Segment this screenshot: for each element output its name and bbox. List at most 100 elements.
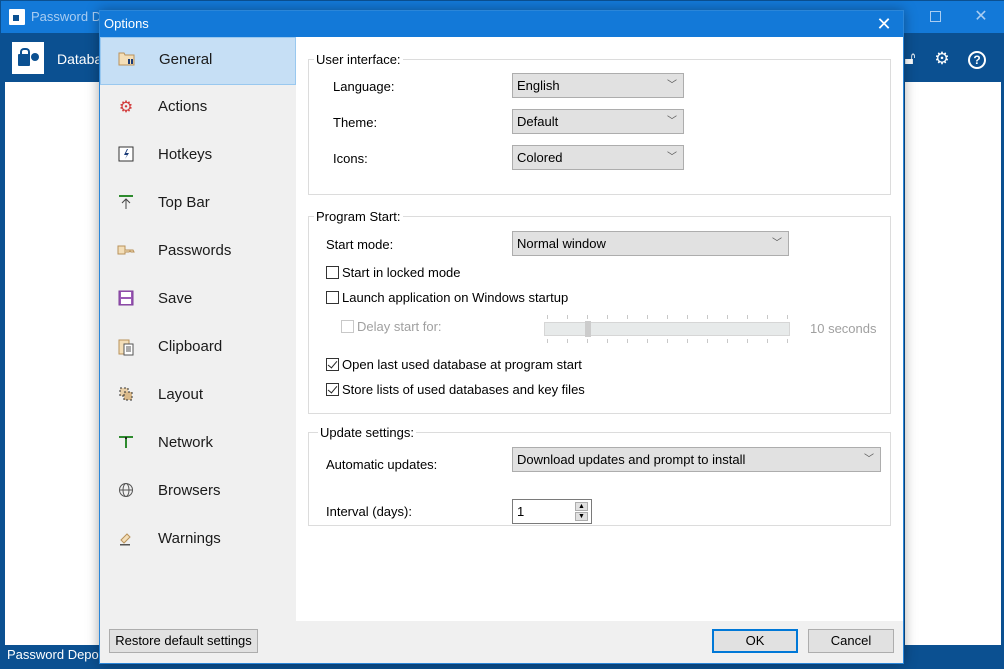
slider-tick <box>707 315 708 319</box>
slider-tick <box>647 315 648 319</box>
app-content-area-left <box>5 82 101 645</box>
cancel-button[interactable]: Cancel <box>808 629 894 653</box>
network-icon <box>116 434 136 454</box>
slider-tick <box>787 339 788 343</box>
nav-item-browsers[interactable]: Browsers <box>100 469 296 517</box>
auto-updates-select[interactable]: Download updates and prompt to install ﹀ <box>512 447 881 472</box>
options-dialog: Options ✕ General ⚙ Actions Hotkeys Top … <box>99 10 904 664</box>
nav-item-layout[interactable]: Layout <box>100 373 296 421</box>
slider-ticks-bottom <box>544 339 790 343</box>
start-mode-select[interactable]: Normal window ﹀ <box>512 231 789 256</box>
maximize-button[interactable] <box>912 1 958 33</box>
slider-tick <box>667 315 668 319</box>
slider-tick <box>687 315 688 319</box>
delay-value-text: 10 seconds <box>810 321 877 336</box>
nav-item-warnings[interactable]: Warnings <box>100 517 296 565</box>
spin-down-button[interactable]: ▼ <box>575 512 588 521</box>
nav-label: Passwords <box>158 242 232 259</box>
open-last-checkbox[interactable]: Open last used database at program start <box>326 357 582 372</box>
nav-label: Network <box>158 434 214 451</box>
clipboard-icon <box>116 338 136 358</box>
app-close-button[interactable]: ✕ <box>958 1 1004 33</box>
dialog-close-button[interactable]: ✕ <box>869 11 899 37</box>
start-locked-label: Start in locked mode <box>342 265 461 280</box>
chevron-down-icon: ﹀ <box>864 454 874 465</box>
gear-icon[interactable]: ⚙ <box>931 48 953 70</box>
slider-tick <box>727 315 728 319</box>
app-logo-icon <box>12 42 44 74</box>
app-logo-small-icon <box>9 9 25 25</box>
nav-item-hotkeys[interactable]: Hotkeys <box>100 133 296 181</box>
slider-ticks-top <box>544 315 790 319</box>
slider-tick <box>647 339 648 343</box>
language-value: English <box>517 78 560 93</box>
slider-tick <box>747 315 748 319</box>
icons-label: Icons: <box>333 151 368 166</box>
ok-button[interactable]: OK <box>712 629 798 653</box>
store-lists-label: Store lists of used databases and key fi… <box>342 382 585 397</box>
nav-label: Layout <box>158 386 204 403</box>
delay-start-checkbox[interactable]: Delay start for: <box>341 319 442 334</box>
close-icon: ✕ <box>876 14 892 34</box>
store-lists-checkbox[interactable]: Store lists of used databases and key fi… <box>326 382 585 397</box>
slider-tick <box>727 339 728 343</box>
app-content-area-right <box>905 82 1001 645</box>
nav-item-clipboard[interactable]: Clipboard <box>100 325 296 373</box>
slider-tick <box>627 315 628 319</box>
slider-tick <box>567 315 568 319</box>
layout-icon <box>116 386 136 406</box>
delay-slider[interactable] <box>544 321 790 337</box>
dialog-title: Options <box>104 16 149 31</box>
slider-tick <box>687 339 688 343</box>
slider-tick <box>547 315 548 319</box>
dialog-titlebar: Options ✕ <box>100 11 903 37</box>
icons-select[interactable]: Colored ﹀ <box>512 145 684 170</box>
restore-defaults-button[interactable]: Restore default settings <box>109 629 258 653</box>
nav-item-general[interactable]: General <box>100 37 296 85</box>
auto-updates-value: Download updates and prompt to install <box>517 452 746 467</box>
hotkey-icon <box>116 146 136 166</box>
nav-label: Top Bar <box>158 194 210 211</box>
slider-thumb[interactable] <box>585 321 591 337</box>
theme-select[interactable]: Default ﹀ <box>512 109 684 134</box>
slider-tick <box>587 339 588 343</box>
checkbox-box <box>326 358 339 371</box>
slider-tick <box>607 339 608 343</box>
interval-spinner[interactable]: 1 ▲ ▼ <box>512 499 592 524</box>
slider-tick <box>607 315 608 319</box>
top-bar-icon <box>116 194 136 214</box>
nav-item-save[interactable]: Save <box>100 277 296 325</box>
options-nav: General ⚙ Actions Hotkeys Top Bar Passwo… <box>100 37 296 621</box>
nav-label: General <box>159 51 213 68</box>
nav-label: Browsers <box>158 482 221 499</box>
chevron-down-icon: ﹀ <box>667 80 677 91</box>
folder-tools-icon <box>117 51 137 71</box>
nav-item-top-bar[interactable]: Top Bar <box>100 181 296 229</box>
launch-startup-checkbox[interactable]: Launch application on Windows startup <box>326 290 568 305</box>
status-bar-text: Password Depot <box>7 647 103 662</box>
nav-item-actions[interactable]: ⚙ Actions <box>100 85 296 133</box>
open-last-label: Open last used database at program start <box>342 357 582 372</box>
slider-tick <box>767 315 768 319</box>
start-locked-checkbox[interactable]: Start in locked mode <box>326 265 461 280</box>
icons-value: Colored <box>517 150 563 165</box>
language-select[interactable]: English ﹀ <box>512 73 684 98</box>
group-title-update-settings: Update settings: <box>318 425 416 440</box>
nav-item-network[interactable]: Network <box>100 421 296 469</box>
key-shape <box>31 53 39 61</box>
nav-item-passwords[interactable]: Passwords <box>100 229 296 277</box>
slider-tick <box>587 315 588 319</box>
checkbox-box <box>341 320 354 333</box>
theme-value: Default <box>517 114 559 129</box>
delay-start-label: Delay start for: <box>357 319 442 334</box>
close-icon: ✕ <box>974 8 988 25</box>
slider-tick <box>567 339 568 343</box>
spin-up-button[interactable]: ▲ <box>575 502 588 511</box>
help-icon[interactable]: ? <box>966 48 988 70</box>
gear-red-icon: ⚙ <box>118 99 134 116</box>
floppy-icon <box>116 290 136 310</box>
slider-tick <box>667 339 668 343</box>
slider-tick <box>627 339 628 343</box>
globe-icon <box>116 482 136 502</box>
slider-tick <box>767 339 768 343</box>
